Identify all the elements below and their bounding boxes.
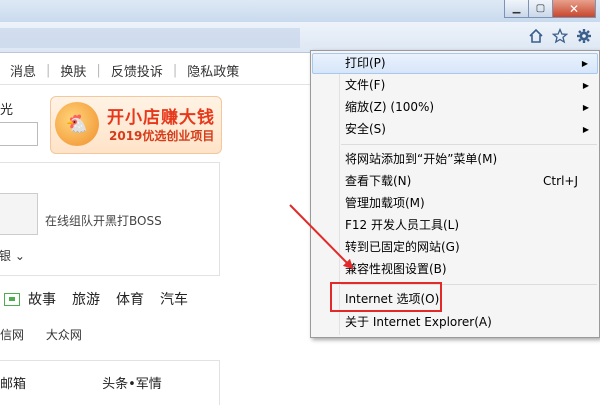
annotation-arrow-icon xyxy=(289,204,354,270)
